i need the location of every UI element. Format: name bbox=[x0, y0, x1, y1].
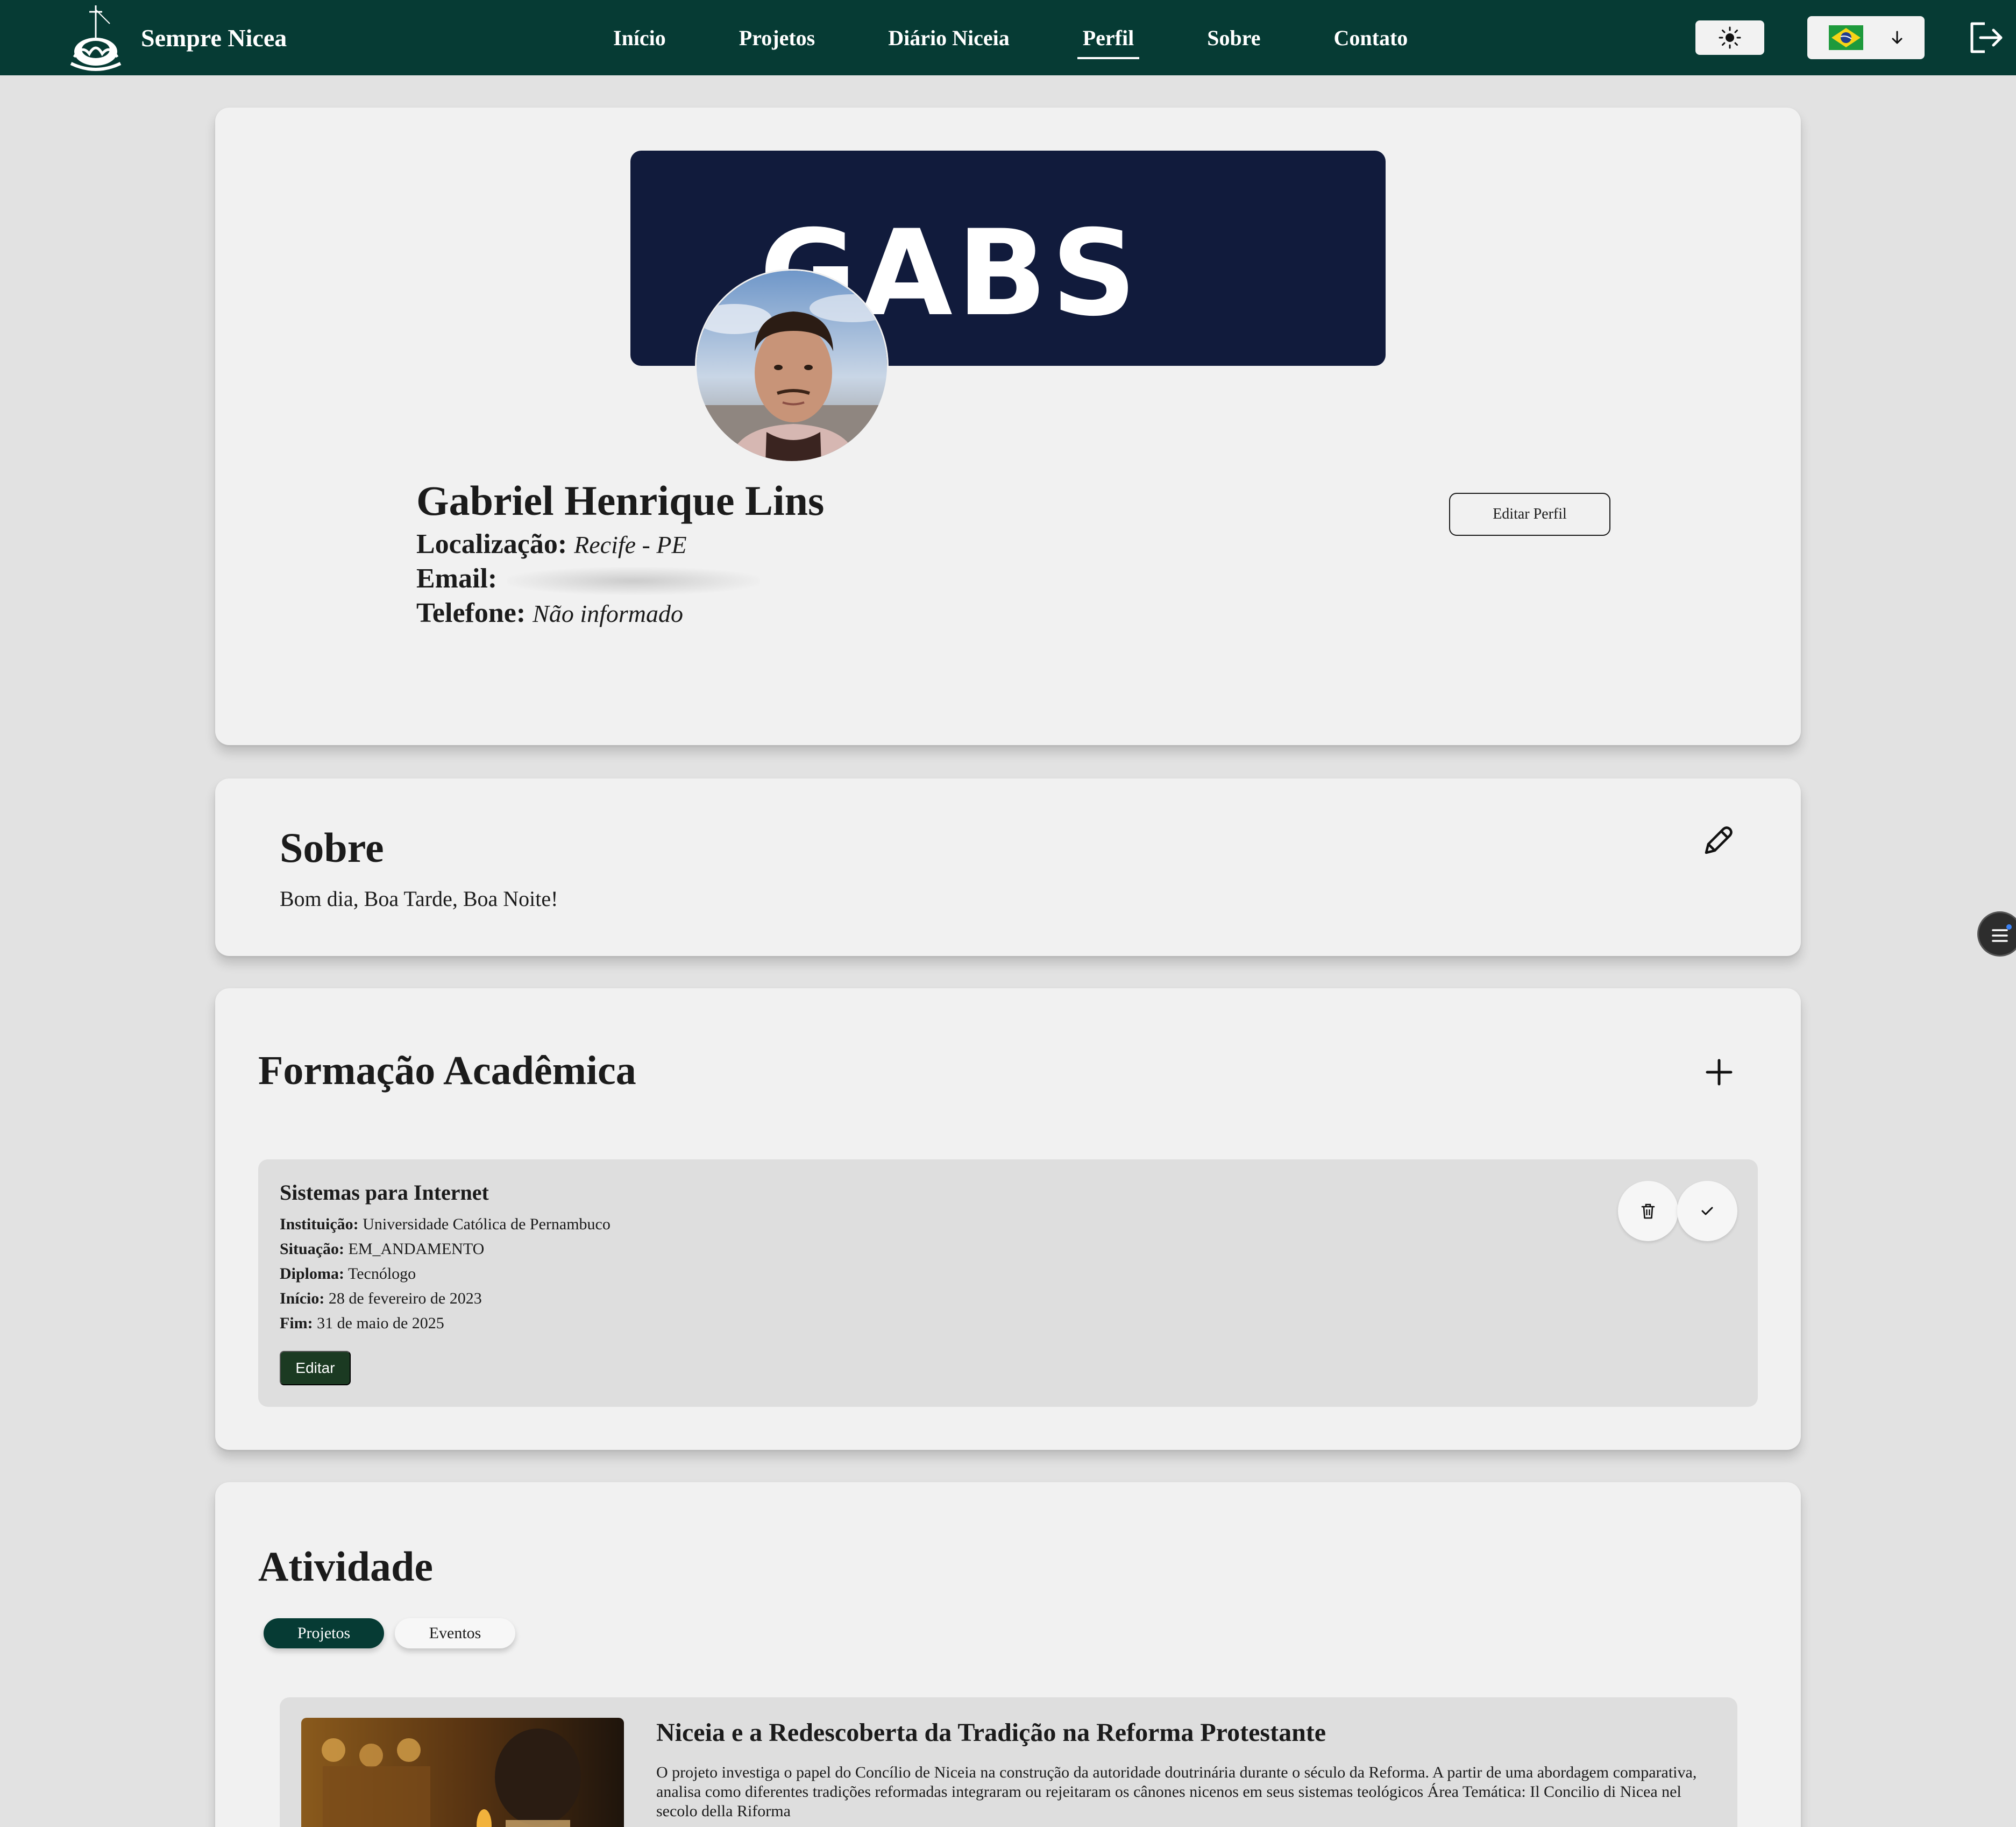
location-label: Localização: bbox=[416, 529, 567, 560]
brazil-flag-icon bbox=[1829, 25, 1863, 50]
degree-label: Diploma: bbox=[280, 1265, 344, 1283]
start-label: Início: bbox=[280, 1290, 325, 1307]
nav-link-contato[interactable]: Contato bbox=[1329, 22, 1414, 54]
check-icon bbox=[1701, 1207, 1713, 1215]
menu-list-icon bbox=[1992, 924, 2012, 942]
email-value-redacted bbox=[507, 567, 761, 596]
institution-value: Universidade Católica de Pernambuco bbox=[363, 1215, 611, 1233]
side-menu-button[interactable] bbox=[1977, 911, 2016, 957]
education-institution: Instituição: Universidade Católica de Pe… bbox=[280, 1215, 611, 1234]
profile-location: Localização: Recife - PE bbox=[416, 528, 687, 560]
degree-value: Tecnólogo bbox=[347, 1265, 416, 1283]
nav-link-diario-niceia[interactable]: Diário Niceia bbox=[883, 22, 1015, 54]
project-description: O projeto investiga o papel do Concílio … bbox=[656, 1764, 1697, 1820]
top-navbar: Sempre Nicea Início Projetos Diário Nice… bbox=[0, 0, 2016, 75]
education-title: Formação Acadêmica bbox=[258, 1048, 636, 1093]
email-label: Email: bbox=[416, 563, 498, 594]
brand-logo-icon bbox=[70, 5, 122, 71]
phone-value: Não informado bbox=[533, 600, 684, 627]
education-edit-button[interactable]: Editar bbox=[280, 1351, 351, 1385]
education-degree: Diploma: Tecnólogo bbox=[280, 1265, 416, 1283]
education-status: Situação: EM_ANDAMENTO bbox=[280, 1240, 484, 1258]
profile-name: Gabriel Henrique Lins bbox=[416, 477, 825, 524]
arrow-down-icon bbox=[1892, 31, 1903, 44]
profile-phone: Telefone: Não informado bbox=[416, 597, 683, 629]
end-value: 31 de maio de 2025 bbox=[317, 1314, 444, 1332]
project-thumbnail bbox=[301, 1718, 624, 1827]
institution-label: Instituição: bbox=[280, 1215, 359, 1233]
education-start: Início: 28 de fevereiro de 2023 bbox=[280, 1290, 482, 1308]
profile-card: GABS Gabriel Henrique Lins Localização: … bbox=[215, 108, 1801, 745]
project-title[interactable]: Niceia e a Redescoberta da Tradição na R… bbox=[656, 1718, 1326, 1747]
nav-link-perfil[interactable]: Perfil bbox=[1077, 22, 1140, 59]
profile-email: Email: bbox=[416, 563, 761, 596]
nav-link-inicio[interactable]: Início bbox=[608, 22, 671, 54]
start-value: 28 de fevereiro de 2023 bbox=[328, 1290, 482, 1307]
activity-title: Atividade bbox=[258, 1543, 434, 1590]
brand-name[interactable]: Sempre Nicea bbox=[141, 24, 287, 52]
project-card[interactable]: Niceia e a Redescoberta da Tradição na R… bbox=[280, 1697, 1737, 1827]
phone-label: Telefone: bbox=[416, 598, 526, 628]
tab-eventos[interactable]: Eventos bbox=[395, 1618, 515, 1648]
about-card: Sobre Bom dia, Boa Tarde, Boa Noite! bbox=[215, 778, 1801, 956]
education-end: Fim: 31 de maio de 2025 bbox=[280, 1314, 444, 1333]
trash-icon bbox=[1641, 1203, 1655, 1219]
about-title: Sobre bbox=[280, 824, 384, 871]
pencil-icon[interactable] bbox=[1699, 822, 1737, 860]
about-text: Bom dia, Boa Tarde, Boa Noite! bbox=[280, 887, 558, 911]
avatar-photo bbox=[697, 271, 887, 461]
main-nav: Início Projetos Diário Niceia Perfil Sob… bbox=[608, 0, 1475, 75]
logout-icon[interactable] bbox=[1967, 19, 2005, 56]
edit-profile-button[interactable]: Editar Perfil bbox=[1449, 493, 1610, 536]
status-label: Situação: bbox=[280, 1240, 344, 1258]
nav-link-sobre[interactable]: Sobre bbox=[1202, 22, 1266, 54]
confirm-education-button[interactable] bbox=[1677, 1181, 1737, 1241]
education-card: Formação Acadêmica Sistemas para Interne… bbox=[215, 988, 1801, 1450]
status-value: EM_ANDAMENTO bbox=[348, 1240, 485, 1258]
sun-icon bbox=[1719, 26, 1741, 49]
brand[interactable]: Sempre Nicea bbox=[58, 0, 287, 75]
education-course: Sistemas para Internet bbox=[280, 1180, 489, 1205]
location-value: Recife - PE bbox=[574, 531, 687, 558]
end-label: Fim: bbox=[280, 1314, 313, 1332]
theme-toggle-button[interactable] bbox=[1695, 20, 1764, 55]
tab-projetos[interactable]: Projetos bbox=[264, 1618, 384, 1648]
project-image bbox=[301, 1718, 624, 1827]
plus-icon[interactable] bbox=[1700, 1053, 1738, 1092]
avatar[interactable] bbox=[695, 269, 889, 463]
education-item: Sistemas para Internet Instituição: Univ… bbox=[258, 1159, 1758, 1407]
nav-link-projetos[interactable]: Projetos bbox=[734, 22, 820, 54]
language-select[interactable] bbox=[1807, 16, 1925, 59]
delete-education-button[interactable] bbox=[1618, 1181, 1678, 1241]
activity-card: Atividade Projetos Eventos Niceia e a Re… bbox=[215, 1482, 1801, 1827]
